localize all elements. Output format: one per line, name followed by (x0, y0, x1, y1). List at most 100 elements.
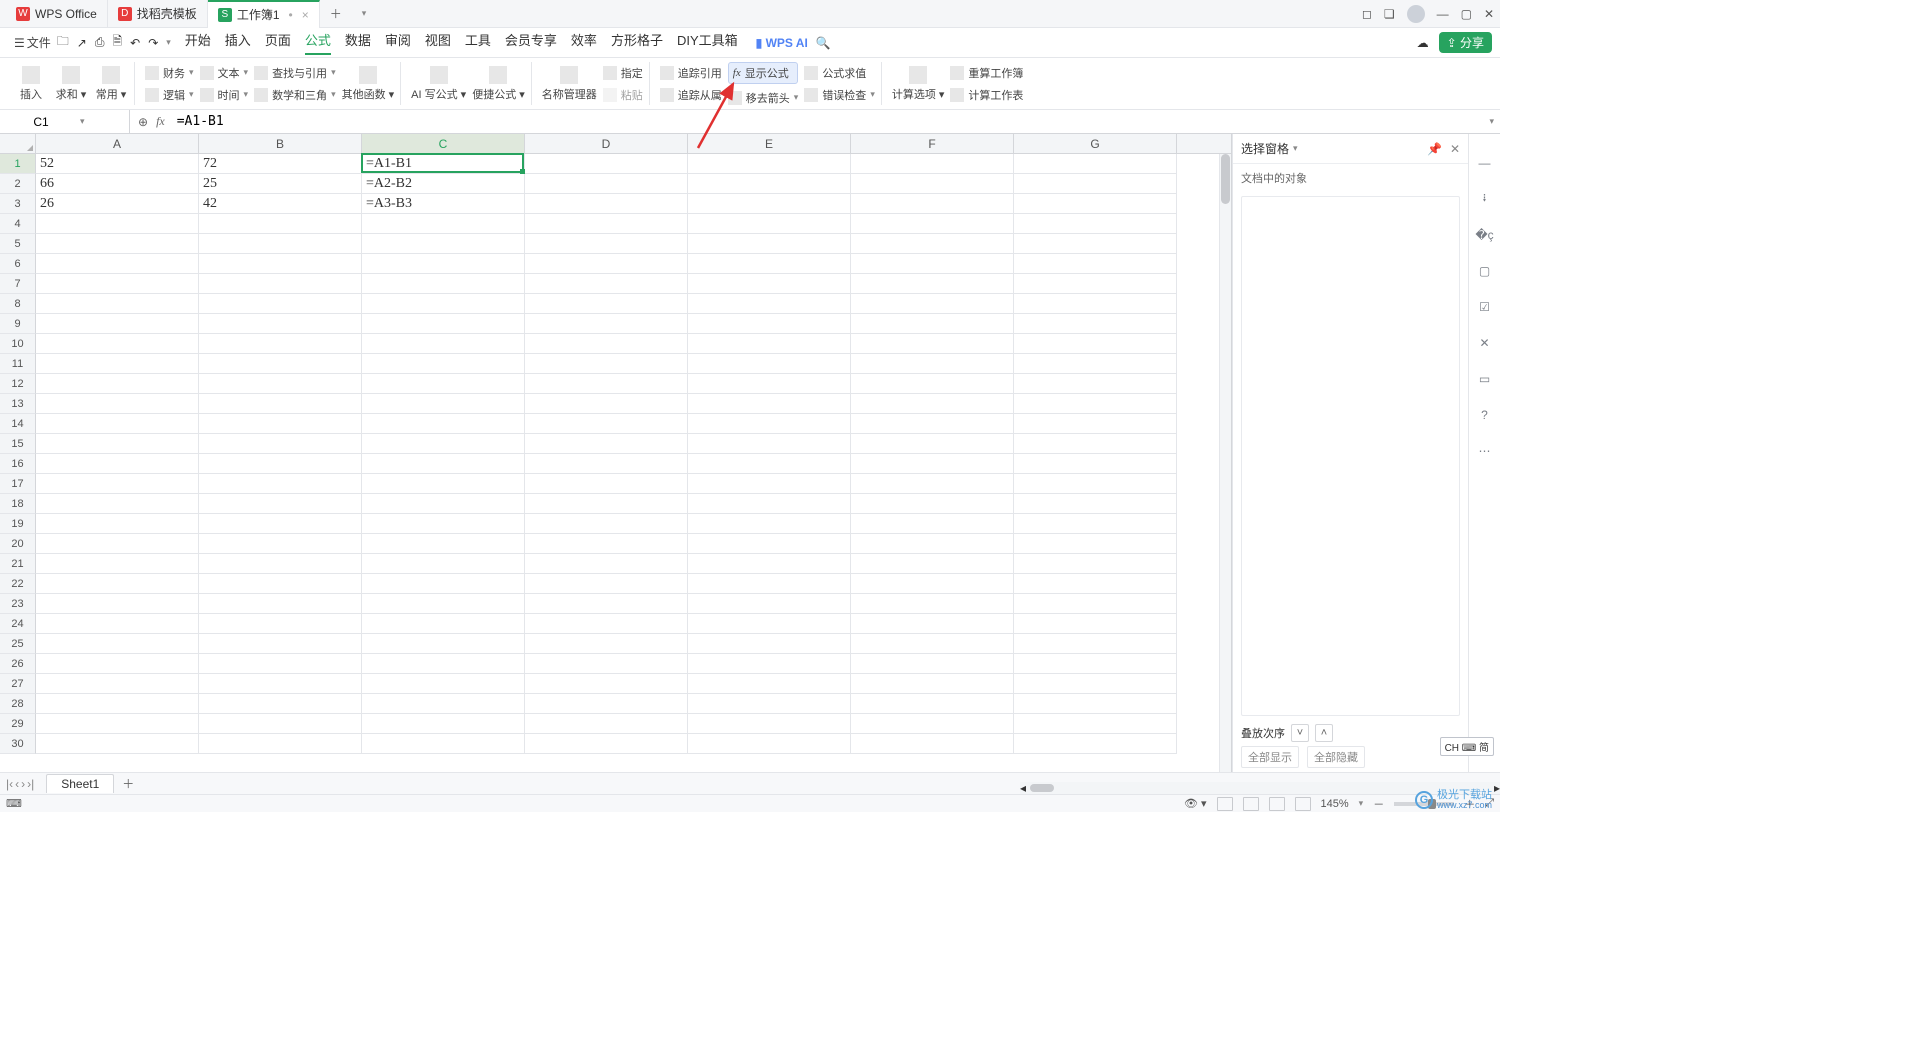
cell[interactable] (1014, 154, 1177, 174)
cell[interactable] (525, 514, 688, 534)
cell[interactable] (1014, 674, 1177, 694)
other-func-button[interactable]: 其他函数 ▾ (342, 66, 395, 102)
row-header[interactable]: 23 (0, 594, 36, 614)
formula-input[interactable] (173, 114, 1484, 129)
cell[interactable] (525, 394, 688, 414)
tab-insert[interactable]: 插入 (225, 30, 251, 55)
wps-ai-button[interactable]: ▮ WPS AI (756, 36, 808, 50)
tab-member[interactable]: 会员专享 (505, 30, 557, 55)
cell[interactable] (688, 394, 851, 414)
assign-name-button[interactable]: 指定 (603, 65, 643, 81)
cell[interactable] (1014, 414, 1177, 434)
cell[interactable] (1014, 354, 1177, 374)
add-sheet-button[interactable]: ＋ (120, 775, 136, 792)
cell[interactable] (362, 714, 525, 734)
row-header[interactable]: 25 (0, 634, 36, 654)
row-header[interactable]: 18 (0, 494, 36, 514)
cell[interactable] (36, 554, 199, 574)
recalc-workbook-button[interactable]: 重算工作簿 (950, 65, 1023, 81)
cell[interactable] (851, 334, 1014, 354)
col-header[interactable]: C (362, 134, 525, 153)
tab-review[interactable]: 审阅 (385, 30, 411, 55)
cell[interactable] (525, 614, 688, 634)
tab-workbook[interactable]: S 工作簿1 • × (208, 0, 320, 28)
tab-wps-office[interactable]: W WPS Office (6, 0, 108, 28)
cell[interactable] (1014, 334, 1177, 354)
cell[interactable] (362, 614, 525, 634)
cell[interactable] (1014, 494, 1177, 514)
cell[interactable]: 26 (36, 194, 199, 214)
cell[interactable] (362, 294, 525, 314)
namebox-dropdown-icon[interactable]: ▾ (80, 116, 85, 127)
tab-view[interactable]: 视图 (425, 30, 451, 55)
spreadsheet-grid[interactable]: ABCDEFG 15272=A1-B126625=A2-B232642=A3-B… (0, 134, 1232, 772)
trace-dependents-button[interactable]: 追踪从属 (660, 87, 722, 103)
row-header[interactable]: 4 (0, 214, 36, 234)
cell[interactable] (36, 594, 199, 614)
cell[interactable] (525, 314, 688, 334)
cell[interactable] (525, 414, 688, 434)
cell[interactable] (36, 314, 199, 334)
cell[interactable] (525, 254, 688, 274)
collapse-icon[interactable]: — (1476, 154, 1494, 172)
trace-precedents-button[interactable]: 追踪引用 (660, 65, 722, 81)
cell[interactable] (851, 174, 1014, 194)
name-manager-button[interactable]: 名称管理器 (542, 66, 597, 102)
cell[interactable] (1014, 554, 1177, 574)
cell[interactable]: =A2-B2 (362, 174, 525, 194)
cell[interactable] (688, 714, 851, 734)
cell[interactable] (36, 394, 199, 414)
row-header[interactable]: 27 (0, 674, 36, 694)
cell[interactable] (851, 354, 1014, 374)
pane-dropdown-icon[interactable]: ▾ (1293, 143, 1298, 154)
row-header[interactable]: 28 (0, 694, 36, 714)
cell[interactable] (199, 254, 362, 274)
zoom-level[interactable]: 145% (1321, 798, 1349, 810)
cell[interactable] (525, 634, 688, 654)
lookup-button[interactable]: 查找与引用 ▾ (254, 65, 336, 81)
cell[interactable] (362, 694, 525, 714)
cell[interactable] (36, 634, 199, 654)
cell[interactable] (1014, 214, 1177, 234)
cell[interactable] (851, 734, 1014, 754)
select-pointer-icon[interactable]: ⭭ (1476, 190, 1494, 208)
export-icon[interactable]: ↗ (77, 36, 87, 50)
cell[interactable] (362, 474, 525, 494)
row-header[interactable]: 26 (0, 654, 36, 674)
send-backward-button[interactable]: ˄ (1315, 724, 1333, 742)
cell[interactable] (36, 274, 199, 294)
col-header[interactable]: B (199, 134, 362, 153)
cell[interactable] (688, 674, 851, 694)
cell[interactable] (362, 374, 525, 394)
cell[interactable]: =A1-B1 (362, 154, 525, 174)
cell[interactable] (1014, 474, 1177, 494)
scroll-thumb[interactable] (1221, 154, 1230, 204)
cell[interactable] (688, 214, 851, 234)
formula-expand-icon[interactable]: ▾ (1483, 116, 1500, 127)
hscroll-thumb[interactable] (1030, 784, 1054, 792)
cell[interactable] (851, 194, 1014, 214)
cell[interactable] (851, 274, 1014, 294)
print-preview-icon[interactable]: 🗎 (112, 32, 122, 53)
cell[interactable] (688, 474, 851, 494)
cell[interactable] (1014, 454, 1177, 474)
cell[interactable] (199, 234, 362, 254)
cell[interactable] (688, 314, 851, 334)
tab-list-dropdown[interactable]: ▾ (352, 8, 377, 19)
cell[interactable] (688, 654, 851, 674)
tab-docer[interactable]: D 找稻壳模板 (108, 0, 208, 28)
cell[interactable] (362, 314, 525, 334)
cell[interactable] (1014, 634, 1177, 654)
row-header[interactable]: 21 (0, 554, 36, 574)
cell[interactable] (199, 734, 362, 754)
cell[interactable] (199, 634, 362, 654)
row-header[interactable]: 12 (0, 374, 36, 394)
maximize-icon[interactable]: ▢ (1461, 7, 1472, 21)
cell[interactable] (362, 234, 525, 254)
cell[interactable] (199, 494, 362, 514)
close-window-icon[interactable]: ✕ (1484, 7, 1494, 21)
ai-write-button[interactable]: AI 写公式 ▾ (411, 66, 466, 102)
cell[interactable] (851, 574, 1014, 594)
cell[interactable] (688, 514, 851, 534)
tab-data[interactable]: 数据 (345, 30, 371, 55)
